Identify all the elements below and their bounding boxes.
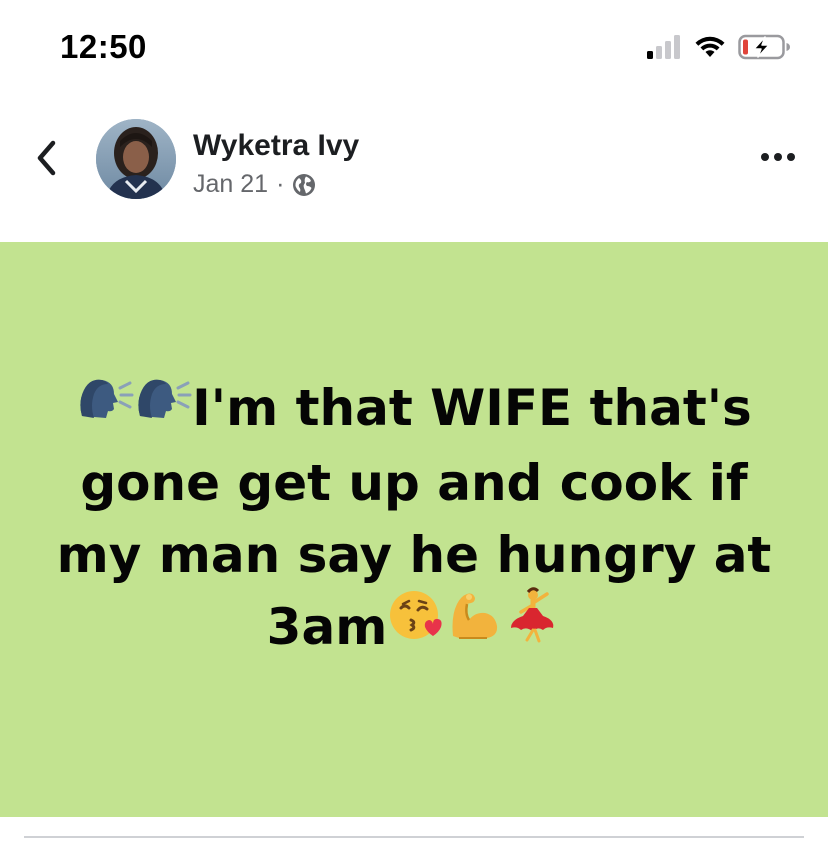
more-horizontal-icon [760, 149, 796, 167]
cellular-signal-icon [646, 34, 682, 64]
speaking-head-emoji [134, 369, 192, 441]
post-meta: Jan 21 · [193, 170, 316, 199]
post-divider [24, 836, 804, 838]
avatar-image [96, 119, 176, 199]
back-button[interactable] [28, 140, 64, 180]
avatar[interactable] [96, 119, 176, 199]
chevron-left-icon [35, 140, 57, 181]
phone-screen: 12:50 Wyketra Ivy Jan 21 · I'm that WIFE… [0, 0, 828, 860]
status-bar: 12:50 [0, 0, 828, 96]
post-text: I'm that WIFE that's gone get up and coo… [54, 372, 774, 670]
post-background[interactable]: I'm that WIFE that's gone get up and coo… [0, 242, 828, 817]
post-date[interactable]: Jan 21 [193, 170, 268, 199]
author-name[interactable]: Wyketra Ivy [193, 129, 359, 163]
status-icons [646, 34, 792, 65]
flexed-biceps-emoji [445, 586, 503, 663]
battery-charging-icon [738, 34, 792, 65]
kiss-heart-emoji [387, 586, 445, 663]
wifi-icon [694, 35, 726, 64]
speaking-head-emoji [76, 369, 134, 441]
status-time: 12:50 [60, 28, 147, 65]
meta-separator: · [276, 170, 285, 198]
more-options-button[interactable] [758, 146, 798, 170]
globe-icon [292, 173, 316, 197]
dancer-emoji [503, 586, 561, 663]
post-header: Wyketra Ivy Jan 21 · [0, 110, 828, 210]
